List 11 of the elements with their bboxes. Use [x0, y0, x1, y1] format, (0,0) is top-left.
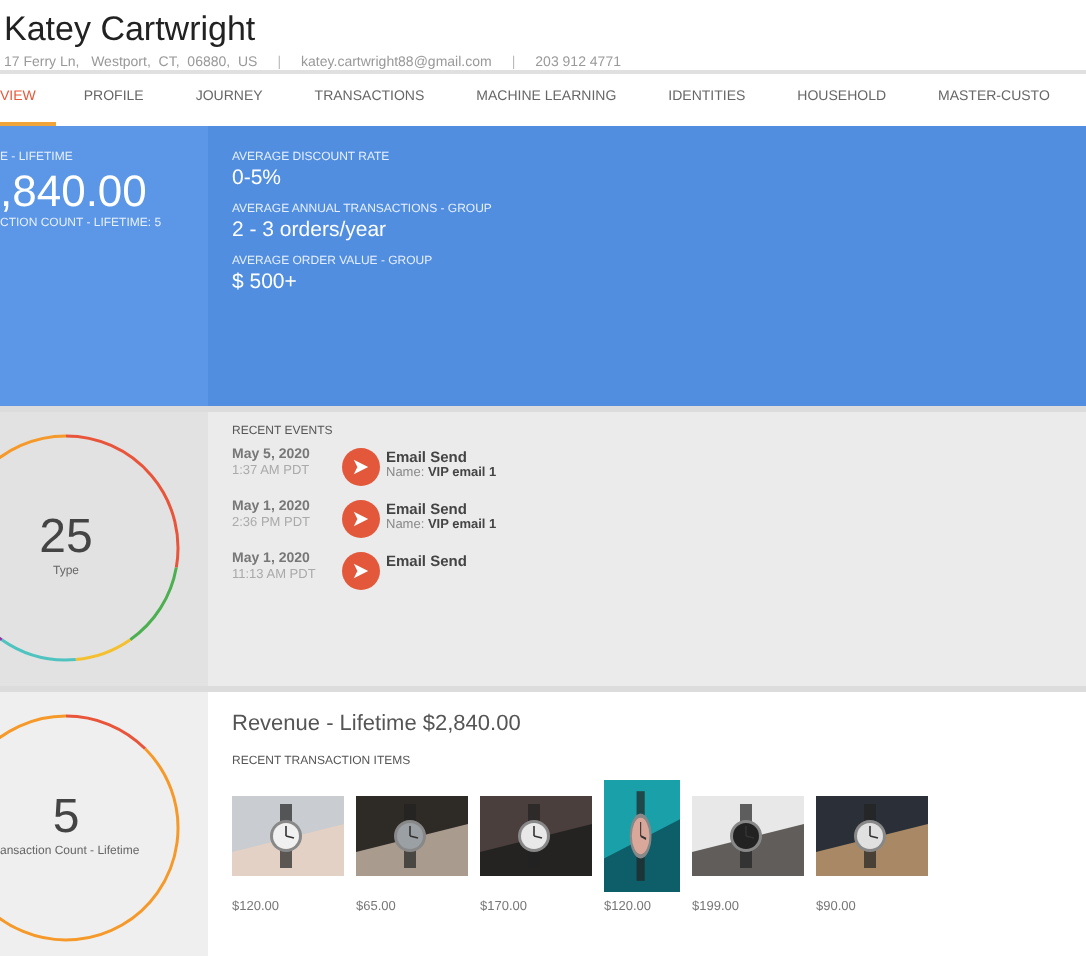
ring-value: 25 [39, 512, 93, 564]
revenue-title: Revenue - Lifetime $2,840.00 [232, 712, 523, 738]
customer-name: Katey Cartwright [4, 10, 258, 50]
send-icon [342, 448, 380, 486]
stat-value: $ 500+ [232, 270, 299, 296]
ring-value: 5 [52, 792, 80, 844]
metric-value: ,840.00 [0, 168, 149, 216]
send-icon [342, 552, 380, 590]
stat-value: 0-5% [232, 166, 284, 192]
send-icon [342, 500, 380, 538]
stat-value: 2 - 3 orders/year [232, 218, 389, 244]
